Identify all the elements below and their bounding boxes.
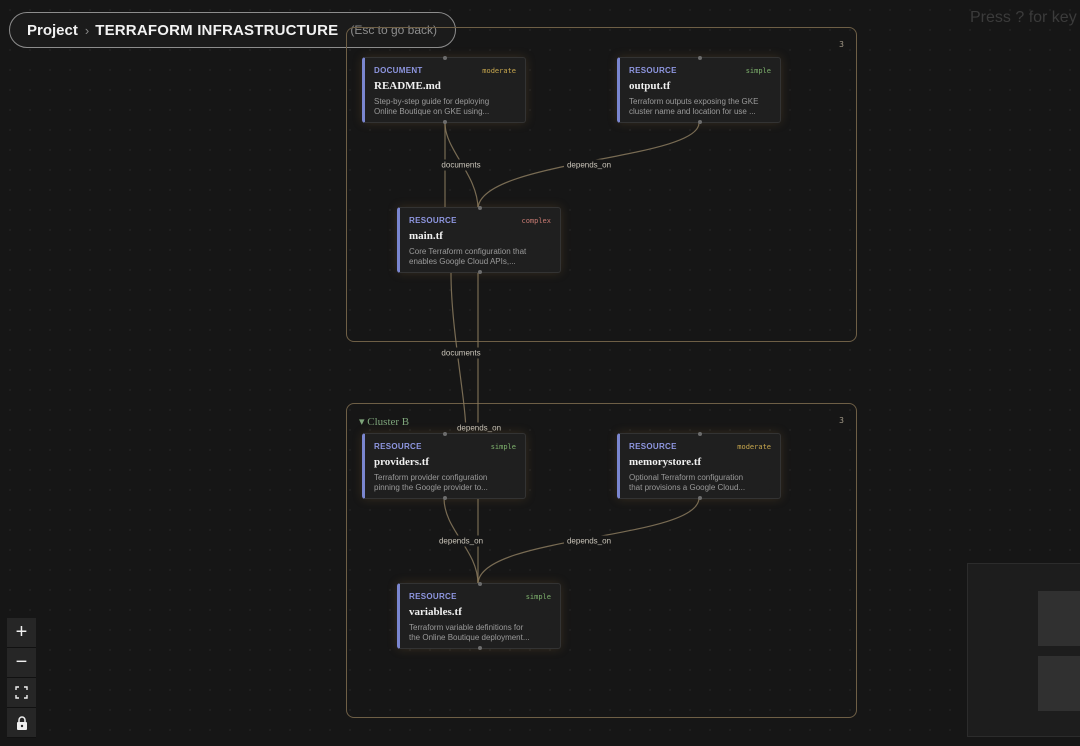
complexity-badge: simple <box>525 593 551 601</box>
node-title: output.tf <box>629 80 671 92</box>
node-readme[interactable]: DOCUMENT moderate README.md Step-by-step… <box>362 56 526 124</box>
minus-icon: − <box>15 651 28 673</box>
node-description-line: Step-by-step guide for deploying <box>374 97 490 106</box>
fit-view-button[interactable] <box>7 678 36 708</box>
node-description-line: Core Terraform configuration that <box>409 247 527 256</box>
node-port-top[interactable] <box>443 56 447 60</box>
node-port-bottom[interactable] <box>478 270 482 274</box>
node-description: Core Terraform configuration that enable… <box>409 247 551 267</box>
node-port-top[interactable] <box>478 582 482 586</box>
node-main[interactable]: RESOURCE complex main.tf Core Terraform … <box>397 206 561 274</box>
canvas-controls: + − <box>7 618 36 738</box>
node-memorystore[interactable]: RESOURCE moderate memorystore.tf Optiona… <box>617 432 781 500</box>
edge-label-depends-on: depends_on <box>435 535 487 547</box>
node-port-bottom[interactable] <box>443 120 447 124</box>
node-port-bottom[interactable] <box>478 646 482 650</box>
node-type: RESOURCE <box>409 216 457 225</box>
node-type: DOCUMENT <box>374 66 423 75</box>
complexity-badge: simple <box>745 67 771 75</box>
node-port-top[interactable] <box>698 56 702 60</box>
node-port-bottom[interactable] <box>698 120 702 124</box>
minimap-cluster-a <box>1038 591 1080 646</box>
fit-view-icon <box>15 686 28 699</box>
node-port-top[interactable] <box>698 432 702 436</box>
node-description: Terraform outputs exposing the GKE clust… <box>629 97 771 117</box>
complexity-badge: complex <box>521 217 551 225</box>
edge-label-documents: documents <box>438 347 484 359</box>
node-description: Step-by-step guide for deploying Online … <box>374 97 516 117</box>
node-description-line: Terraform provider configuration <box>374 473 488 482</box>
node-title: variables.tf <box>409 606 462 618</box>
zoom-out-button[interactable]: − <box>7 648 36 678</box>
complexity-badge: moderate <box>482 67 516 75</box>
node-output[interactable]: RESOURCE simple output.tf Terraform outp… <box>617 56 781 124</box>
node-description: Terraform provider configuration pinning… <box>374 473 516 493</box>
node-description-line: Optional Terraform configuration <box>629 473 744 482</box>
lock-button[interactable] <box>7 708 36 738</box>
node-type: RESOURCE <box>374 442 422 451</box>
node-type: RESOURCE <box>629 66 677 75</box>
node-description-line: the Online Boutique deployment... <box>409 633 530 642</box>
node-description-line: cluster name and location for use ... <box>629 107 756 116</box>
node-port-bottom[interactable] <box>443 496 447 500</box>
node-title: README.md <box>374 80 441 92</box>
node-title: main.tf <box>409 230 443 242</box>
minimap[interactable] <box>967 563 1080 737</box>
zoom-in-button[interactable]: + <box>7 618 36 648</box>
lock-icon <box>16 715 27 730</box>
edge-label-depends-on: depends_on <box>563 535 615 547</box>
edge-label-depends-on: depends_on <box>563 159 615 171</box>
node-description-line: Online Boutique on GKE using... <box>374 107 490 116</box>
node-description-line: Terraform outputs exposing the GKE <box>629 97 759 106</box>
node-description: Optional Terraform configuration that pr… <box>629 473 771 493</box>
node-port-bottom[interactable] <box>698 496 702 500</box>
node-type: RESOURCE <box>629 442 677 451</box>
node-description-line: pinning the Google provider to... <box>374 483 488 492</box>
edge-label-documents: documents <box>438 159 484 171</box>
node-type: RESOURCE <box>409 592 457 601</box>
node-title: providers.tf <box>374 456 430 468</box>
complexity-badge: moderate <box>737 443 771 451</box>
node-port-top[interactable] <box>478 206 482 210</box>
node-port-top[interactable] <box>443 432 447 436</box>
minimap-cluster-b <box>1038 656 1080 711</box>
node-variables[interactable]: RESOURCE simple variables.tf Terraform v… <box>397 582 561 650</box>
node-providers[interactable]: RESOURCE simple providers.tf Terraform p… <box>362 432 526 500</box>
node-description-line: enables Google Cloud APIs,... <box>409 257 516 266</box>
plus-icon: + <box>15 621 28 643</box>
node-description: Terraform variable definitions for the O… <box>409 623 551 643</box>
node-description-line: that provisions a Google Cloud... <box>629 483 746 492</box>
edge-label-depends-on: depends_on <box>453 422 505 434</box>
node-title: memorystore.tf <box>629 456 702 468</box>
node-description-line: Terraform variable definitions for <box>409 623 524 632</box>
complexity-badge: simple <box>490 443 516 451</box>
